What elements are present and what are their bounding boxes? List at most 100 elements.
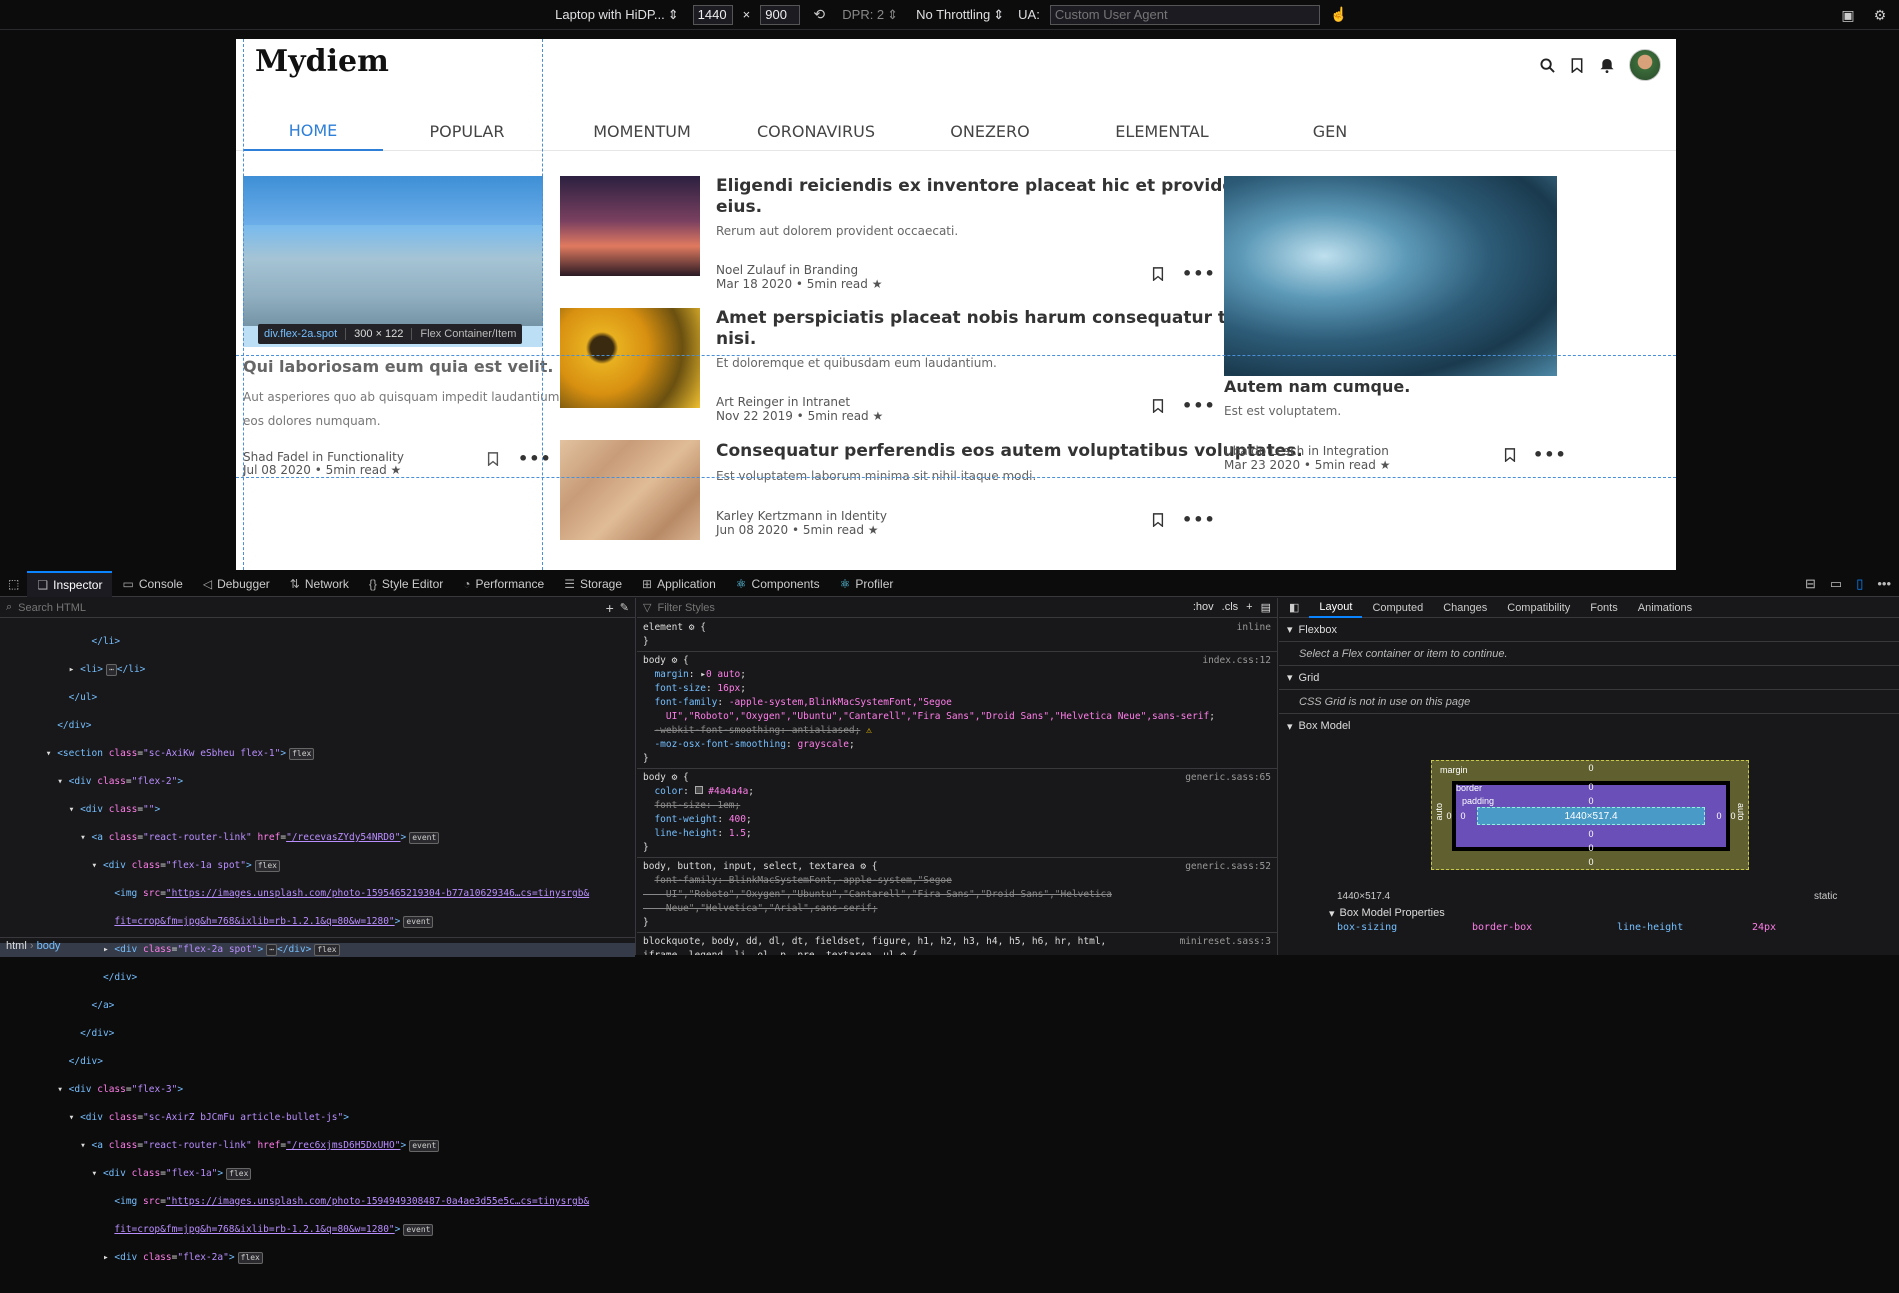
- tab-computed[interactable]: Computed: [1362, 598, 1433, 618]
- tab-layout[interactable]: Layout: [1309, 598, 1363, 618]
- viewport-width-input[interactable]: [692, 4, 733, 25]
- tab-style-editor[interactable]: {} Style Editor: [359, 571, 453, 597]
- tab-animations[interactable]: Animations: [1628, 598, 1702, 618]
- dpr-selector[interactable]: DPR: 2 ⇕: [838, 5, 902, 25]
- tab-inspector[interactable]: ❑ Inspector: [27, 570, 113, 597]
- print-icon[interactable]: ▤: [1261, 601, 1271, 614]
- nav-item-gen[interactable]: GEN: [1250, 111, 1410, 151]
- article-title-2-line2[interactable]: nisi.: [716, 329, 756, 350]
- dock-icon[interactable]: ⊟: [1805, 576, 1816, 592]
- flexbox-section-header[interactable]: ▾ Flexbox: [1279, 618, 1899, 642]
- tab-changes[interactable]: Changes: [1433, 598, 1497, 618]
- nav-item-coronavirus[interactable]: CORONAVIRUS: [736, 111, 896, 151]
- search-html-input[interactable]: [18, 601, 600, 614]
- right-article-title[interactable]: Autem nam cumque.: [1224, 377, 1410, 397]
- touch-simulation-icon[interactable]: ☝: [1330, 6, 1348, 24]
- filter-styles-input[interactable]: [657, 601, 858, 614]
- article-title-1-line1[interactable]: Eligendi reiciendis ex inventore placeat…: [716, 176, 1283, 197]
- user-avatar[interactable]: [1629, 49, 1661, 81]
- bm-prop-value[interactable]: border-box: [1472, 922, 1617, 933]
- add-rule-icon[interactable]: +: [1246, 601, 1252, 614]
- tab-profiler[interactable]: ⚛ Profiler: [830, 571, 904, 597]
- bm-margin-bottom[interactable]: 0: [1586, 857, 1596, 867]
- style-editor-icon: {}: [368, 576, 377, 591]
- more-icon[interactable]: •••: [1182, 264, 1216, 283]
- article-author-3[interactable]: Karley Kertzmann in Identity: [716, 509, 887, 523]
- bm-border-top[interactable]: 0: [1586, 782, 1596, 792]
- article-image-1[interactable]: [560, 176, 700, 276]
- bookmark-icon[interactable]: [1569, 57, 1585, 73]
- bm-border-right[interactable]: 0: [1728, 811, 1738, 821]
- bm-padding-right[interactable]: 0: [1714, 811, 1724, 821]
- tab-performance[interactable]: ◔ Performance: [453, 571, 554, 597]
- boxmodel-section-header[interactable]: ▾ Box Model: [1279, 714, 1899, 738]
- bookmark-icon[interactable]: [487, 452, 499, 470]
- article-image-3[interactable]: [560, 440, 700, 540]
- bell-icon[interactable]: [1599, 57, 1615, 73]
- hov-toggle[interactable]: :hov: [1193, 601, 1214, 614]
- nav-item-momentum[interactable]: MOMENTUM: [562, 111, 722, 151]
- bookmark-icon[interactable]: [1152, 267, 1164, 285]
- tab-application[interactable]: ⊞ Application: [632, 571, 726, 597]
- tab-storage[interactable]: ☰ Storage: [554, 571, 632, 597]
- css-rules[interactable]: element ⚙ {inline } body ⚙ {index.css:12…: [637, 618, 1277, 955]
- nav-item-elemental[interactable]: ELEMENTAL: [1082, 111, 1242, 151]
- article-image-2[interactable]: [560, 308, 700, 408]
- nav-item-home[interactable]: HOME: [243, 111, 383, 151]
- bm-border-left[interactable]: 0: [1444, 811, 1454, 821]
- bm-margin-top[interactable]: 0: [1586, 763, 1596, 773]
- bm-properties-header[interactable]: ▾ Box Model Properties: [1329, 907, 1445, 920]
- user-agent-input[interactable]: [1049, 4, 1320, 25]
- nav-item-onezero[interactable]: ONEZERO: [910, 111, 1070, 151]
- site-logo[interactable]: Mydiem: [255, 44, 389, 79]
- bm-padding-bottom[interactable]: 0: [1586, 829, 1596, 839]
- more-icon[interactable]: •••: [1877, 576, 1891, 592]
- device-selector[interactable]: Laptop with HiDP... ⇕: [551, 5, 683, 25]
- settings-icon[interactable]: ⚙: [1871, 6, 1889, 24]
- bm-padding-left[interactable]: 0: [1458, 811, 1468, 821]
- element-picker-icon[interactable]: ⬚: [0, 571, 27, 597]
- grid-section-header[interactable]: ▾ Grid: [1279, 666, 1899, 690]
- add-node-icon[interactable]: +: [606, 600, 614, 616]
- search-icon[interactable]: [1539, 57, 1555, 73]
- more-icon[interactable]: •••: [518, 449, 552, 468]
- markup-tree[interactable]: </li> ▸ <li> ⋯ </li> </ul> </div> ▾ <secti…: [0, 618, 635, 1293]
- more-icon[interactable]: •••: [1182, 396, 1216, 415]
- bookmark-icon[interactable]: [1152, 399, 1164, 417]
- rotate-icon[interactable]: ⟲: [810, 6, 828, 24]
- more-icon[interactable]: •••: [1533, 445, 1567, 464]
- split-console-icon[interactable]: ▯: [1856, 576, 1863, 592]
- article-author-1[interactable]: Noel Zulauf in Branding: [716, 263, 858, 277]
- bm-padding-top[interactable]: 0: [1586, 796, 1596, 806]
- bookmark-icon[interactable]: [1504, 448, 1516, 466]
- bm-content-box[interactable]: 1440×517.4: [1477, 807, 1705, 825]
- right-article-image[interactable]: [1224, 176, 1557, 376]
- tab-fonts[interactable]: Fonts: [1580, 598, 1628, 618]
- tab-console[interactable]: ▭ Console: [112, 571, 192, 597]
- tab-compatibility[interactable]: Compatibility: [1497, 598, 1580, 618]
- nav-item-popular[interactable]: POPULAR: [387, 111, 547, 151]
- responsive-icon[interactable]: ▭: [1830, 576, 1842, 592]
- article-title-1-line2[interactable]: eius.: [716, 197, 762, 218]
- bookmark-icon[interactable]: [1152, 513, 1164, 531]
- throttling-selector[interactable]: No Throttling ⇕: [912, 5, 1008, 25]
- tab-components[interactable]: ⚛ Components: [726, 571, 830, 597]
- screenshot-icon[interactable]: ▣: [1839, 6, 1857, 24]
- article-author-2[interactable]: Art Reinger in Intranet: [716, 395, 850, 409]
- bm-border-bottom[interactable]: 0: [1586, 843, 1596, 853]
- hero-title[interactable]: Qui laboriosam eum quia est velit.: [243, 357, 553, 377]
- breadcrumb-body[interactable]: body: [37, 940, 61, 952]
- breadcrumb-html[interactable]: html: [6, 940, 27, 952]
- sidebar-toggle-icon[interactable]: ◧: [1279, 598, 1309, 618]
- article-title-3[interactable]: Consequatur perferendis eos autem volupt…: [716, 441, 1303, 462]
- bm-prop-value[interactable]: 24px: [1752, 922, 1776, 933]
- right-article-author[interactable]: Ubaldo Lesch in Integration: [1224, 444, 1389, 458]
- cls-toggle[interactable]: .cls: [1222, 601, 1239, 614]
- eyedropper-icon[interactable]: ✎: [620, 601, 629, 614]
- tab-debugger[interactable]: ◁ Debugger: [193, 571, 280, 597]
- viewport-height-input[interactable]: [760, 4, 801, 25]
- more-icon[interactable]: •••: [1182, 510, 1216, 529]
- tab-network[interactable]: ⇅ Network: [280, 571, 359, 597]
- right-article-subtitle: Est est voluptatem.: [1224, 404, 1342, 418]
- bm-margin-left[interactable]: auto: [1434, 803, 1444, 821]
